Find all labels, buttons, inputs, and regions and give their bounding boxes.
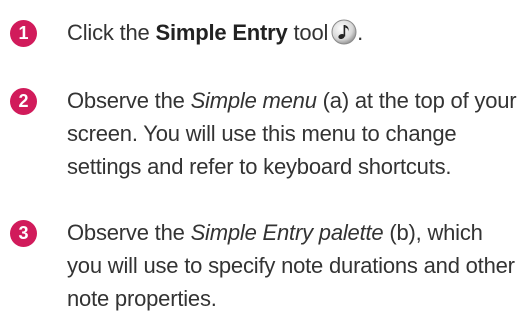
- step-text: Observe the Simple Entry palette (b), wh…: [67, 216, 517, 315]
- step-text-part: Observe the: [67, 220, 191, 245]
- step-text-part: Observe the: [67, 88, 191, 113]
- step-number-badge: 2: [10, 88, 37, 115]
- ui-term: Simple Entry palette: [190, 220, 384, 245]
- step-text: Observe the Simple menu (a) at the top o…: [67, 84, 517, 183]
- step-text-part: tool: [287, 20, 329, 45]
- step-text: Click the Simple Entry tool .: [67, 16, 517, 49]
- step-text-part: Click the: [67, 20, 156, 45]
- step-text-part: .: [357, 20, 364, 45]
- step-number-badge: 1: [10, 20, 37, 47]
- step-number-badge: 3: [10, 220, 37, 247]
- simple-entry-note-icon: [331, 19, 357, 45]
- ui-term: Simple menu: [190, 88, 317, 113]
- tool-name: Simple Entry: [155, 20, 288, 45]
